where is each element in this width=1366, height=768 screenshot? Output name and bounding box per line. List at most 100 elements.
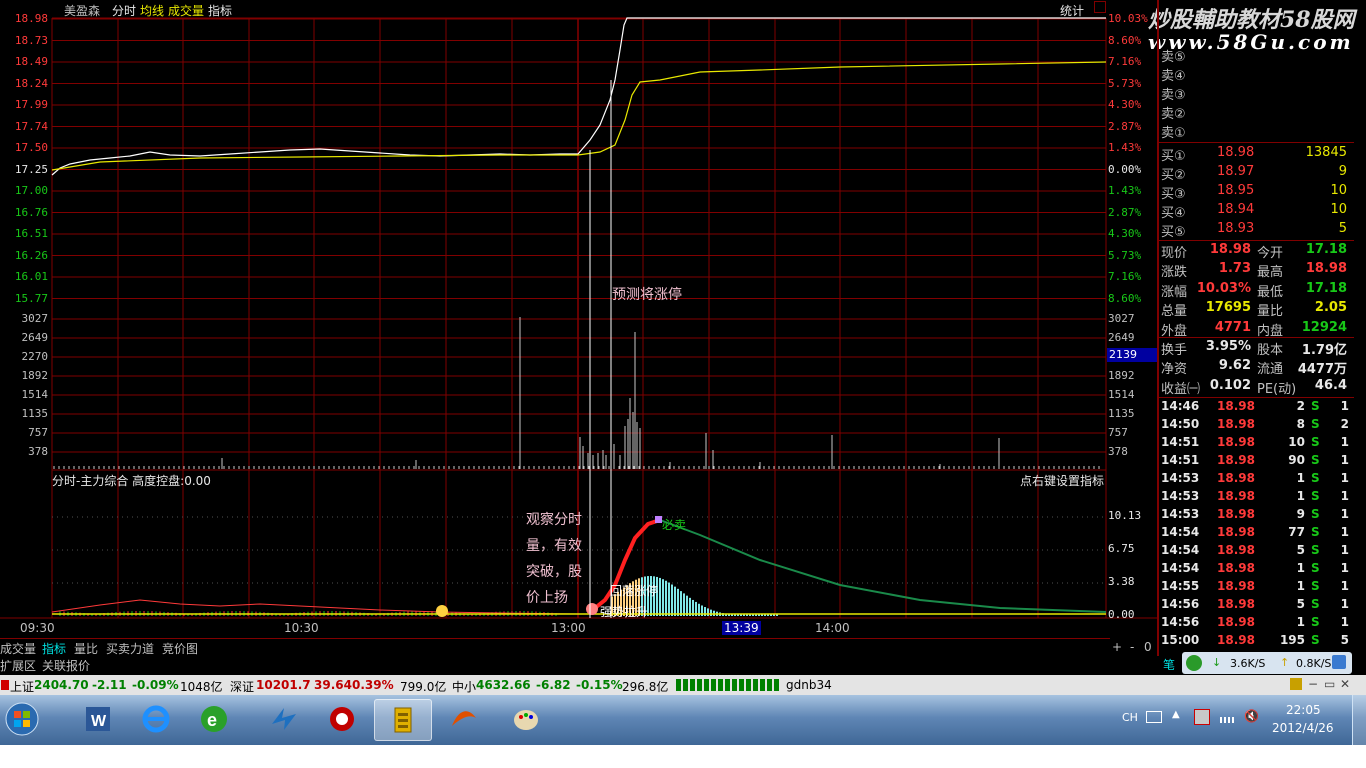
stock-app-icon (394, 707, 412, 733)
taskbar-browser[interactable]: e (186, 699, 242, 739)
close-icon[interactable] (1094, 1, 1106, 13)
taskbar-paint[interactable] (498, 699, 554, 739)
taskbar-bird-app[interactable] (256, 699, 312, 739)
sz-label[interactable]: 深证 (230, 678, 254, 695)
tongji-button[interactable]: 统计 (1060, 2, 1084, 19)
tab-expand-area[interactable]: 扩展区 (0, 657, 36, 674)
stat-value: 1.73 (1218, 261, 1251, 277)
sz-amount: 799.0亿 (400, 680, 447, 694)
keyboard-icon[interactable] (1146, 711, 1162, 723)
buy-level[interactable]: 买⑤ 18.93 5 (1159, 221, 1353, 240)
volume-tick: 1135 (21, 407, 49, 420)
tick-count: 1 (1340, 399, 1349, 413)
sell-level[interactable]: 卖⑤ (1159, 46, 1353, 65)
tick-time: 14:56 (1161, 615, 1200, 629)
tick-volume: 1 (1296, 615, 1305, 629)
tick-count: 1 (1340, 543, 1349, 557)
taskbar-word[interactable]: W (70, 699, 126, 739)
pct-tick: 8.60% (1108, 33, 1142, 47)
clock-time[interactable]: 22:05 (1286, 703, 1321, 717)
network-signal-icon[interactable] (1220, 709, 1234, 723)
volume-icon[interactable]: 🔇 (1244, 709, 1259, 723)
sell-level-label: 卖③ (1161, 88, 1186, 103)
buy-level[interactable]: 买② 18.97 9 (1159, 164, 1353, 183)
tray-lock-icon[interactable] (1290, 678, 1302, 690)
tab-volume[interactable]: 成交量 (0, 640, 36, 657)
tab-junxian[interactable]: 均线 (140, 2, 164, 19)
tab-auction[interactable]: 竞价图 (162, 640, 198, 657)
taskbar-qq-player[interactable] (314, 699, 370, 739)
clock-date[interactable]: 2012/4/26 (1272, 721, 1334, 735)
tick-price: 18.98 (1217, 579, 1255, 593)
sh-label[interactable]: 上证 (10, 678, 34, 695)
tick-count: 1 (1340, 489, 1349, 503)
window-restore-icon[interactable]: ▭ (1324, 677, 1335, 691)
network-icon[interactable] (1186, 655, 1202, 671)
pct-tick: 0.00% (1108, 162, 1142, 176)
buy-level[interactable]: 买③ 18.95 10 (1159, 183, 1353, 202)
tick-price: 18.98 (1217, 543, 1255, 557)
tick-time: 14:50 (1161, 417, 1200, 431)
show-desktop-button[interactable] (1352, 695, 1366, 745)
refresh-icon[interactable] (1332, 655, 1346, 669)
tick-price: 18.98 (1217, 417, 1255, 431)
buy-volume: 10 (1330, 183, 1347, 198)
indicator-setting-hint[interactable]: 点右键设置指标 (1020, 472, 1104, 489)
ime-indicator[interactable]: CH (1122, 711, 1138, 724)
stat-row: 收益㈠ 0.102 PE(动) 46.4 (1159, 378, 1353, 397)
buy-level[interactable]: 买① 18.98 13845 (1159, 145, 1353, 164)
price-tick: 18.73 (14, 33, 48, 47)
sell-level[interactable]: 卖③ (1159, 84, 1353, 103)
stock-name[interactable]: 美盈森 (64, 2, 100, 19)
price-tick: 16.01 (14, 270, 48, 283)
price-tick: 17.99 (14, 98, 48, 111)
tick-price: 18.98 (1217, 561, 1255, 575)
zx-label[interactable]: 中小 (452, 678, 476, 695)
annotation-observe: 观察分时 量，有效 突破，股 价上扬 (526, 507, 582, 611)
buy-level[interactable]: 买④ 18.94 10 (1159, 202, 1353, 221)
tab-buy-sell-force[interactable]: 买卖力道 (106, 640, 154, 657)
volume-tick: 2649 (1108, 331, 1135, 344)
stat-value: 9.62 (1218, 358, 1251, 374)
tick-side: S (1311, 561, 1320, 575)
window-minimize-icon[interactable]: − (1308, 677, 1318, 691)
time-label: 10:30 (284, 621, 319, 635)
taskbar-stock-app[interactable] (374, 699, 432, 741)
sz-value: 10201.7 (256, 678, 311, 692)
sell-level[interactable]: 卖① (1159, 122, 1353, 141)
flag-icon[interactable] (1194, 709, 1210, 725)
tick-count: 1 (1340, 525, 1349, 539)
annotation-observe-line: 价上扬 (526, 590, 568, 606)
chart-header: 美盈森 分时 均线 成交量 指标 统计 (0, 0, 1110, 18)
sell-level[interactable]: 卖④ (1159, 65, 1353, 84)
tab-fenshi[interactable]: 分时 (112, 2, 136, 19)
reset-button[interactable]: 0 (1144, 640, 1152, 654)
stat-label: PE(动) (1257, 381, 1297, 397)
tick-count: 1 (1340, 615, 1349, 629)
tray-expand-icon[interactable]: ▲ (1172, 709, 1180, 720)
tab-related-quotes[interactable]: 关联报价 (42, 657, 90, 674)
taskbar-ie[interactable] (128, 699, 184, 739)
tab-chengjiaoliang[interactable]: 成交量 (168, 2, 204, 19)
tick-count: 5 (1340, 633, 1349, 647)
zoom-out-button[interactable]: - (1130, 640, 1134, 654)
stat-label: 换手 (1161, 343, 1188, 358)
stat-row: 涨幅 10.03% 最低 17.18 (1159, 281, 1353, 300)
tab-zhibiao[interactable]: 指标 (208, 2, 232, 19)
stat-value: 4771 (1214, 319, 1251, 335)
tick-volume: 8 (1296, 417, 1305, 431)
buy-level-label: 买⑤ (1161, 225, 1186, 240)
sell-level-label: 卖① (1161, 126, 1186, 141)
price-tick: 16.76 (14, 205, 48, 219)
tick-count: 1 (1340, 453, 1349, 467)
tab-volume-ratio[interactable]: 量比 (74, 640, 98, 657)
start-button[interactable] (0, 699, 44, 739)
sell-level[interactable]: 卖② (1159, 103, 1353, 122)
taskbar-flash[interactable] (436, 699, 492, 739)
indicator-tick: 3.38 (1108, 575, 1135, 588)
window-close-icon[interactable]: ✕ (1340, 677, 1350, 691)
tab-indicator[interactable]: 指标 (42, 640, 66, 657)
zoom-in-button[interactable]: + (1112, 640, 1122, 654)
tick-side: S (1311, 471, 1320, 485)
volume-tick: 1514 (1108, 388, 1135, 401)
